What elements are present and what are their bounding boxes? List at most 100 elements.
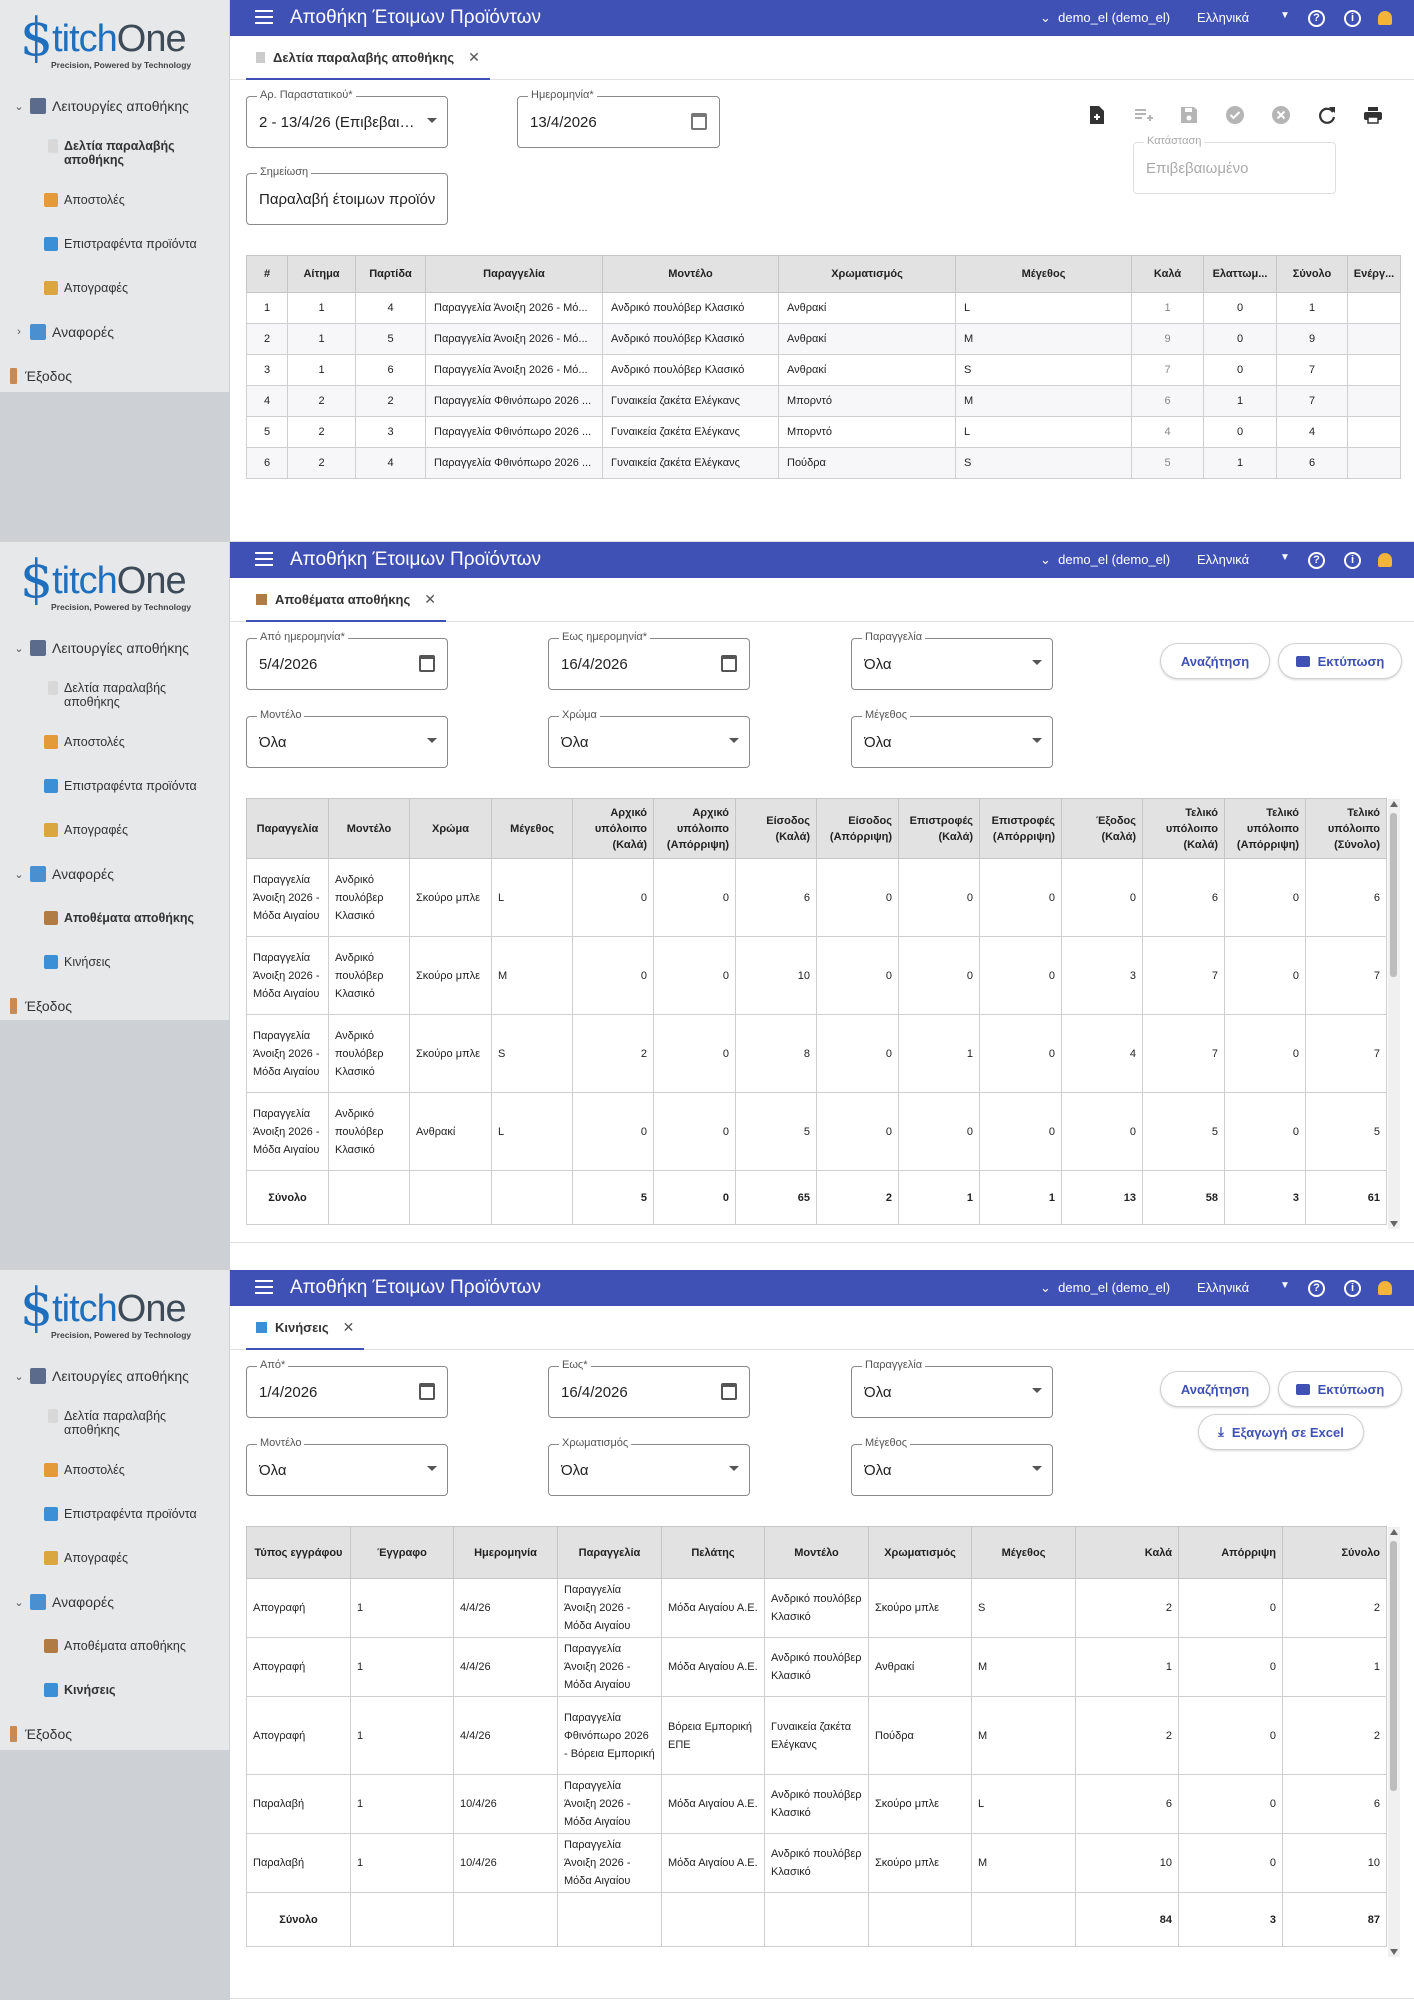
print-button[interactable]: Εκτύπωση — [1278, 1371, 1402, 1407]
add-row-icon[interactable] — [1132, 104, 1154, 126]
calendar-icon[interactable] — [419, 655, 435, 672]
bell-icon[interactable] — [1378, 11, 1392, 25]
sidebar-item-warehouse-ops[interactable]: ⌄ Λειτουργίες αποθήκης — [0, 84, 230, 128]
sidebar-item-inventories[interactable]: Απογραφές — [0, 808, 230, 852]
sidebar-item-reports[interactable]: ⌄ Αναφορές — [0, 852, 230, 896]
bell-icon[interactable] — [1378, 553, 1392, 567]
model-select[interactable]: Μοντέλο Όλα — [246, 1437, 448, 1496]
column-header[interactable]: Τελικό υπόλοιπο (Καλά) — [1142, 798, 1225, 859]
column-header[interactable]: Αρχικό υπόλοιπο (Απόρριψη) — [653, 798, 736, 859]
info-icon[interactable]: i — [1344, 552, 1361, 569]
confirm-icon[interactable] — [1224, 104, 1246, 126]
user-menu[interactable]: ⌄ demo_el (demo_el) — [1040, 552, 1170, 568]
sidebar-item-inventories[interactable]: Απογραφές — [0, 266, 230, 310]
sidebar-item-exit[interactable]: Έξοδος — [0, 984, 230, 1028]
sidebar-item-returns[interactable]: Επιστραφέντα προϊόντα — [0, 222, 230, 266]
column-header[interactable]: Σύνολο — [1276, 255, 1348, 293]
sidebar-item-returns[interactable]: Επιστραφέντα προϊόντα — [0, 764, 230, 808]
table-row[interactable]: 1 1 4 Παραγγελία Άνοιξη 2026 - Μό... Ανδρικό… — [246, 292, 1401, 324]
column-header[interactable]: Χρωματισμός — [868, 1526, 972, 1579]
table-cell[interactable]: 5 — [1131, 447, 1204, 479]
column-header[interactable]: Ενέργ... — [1347, 255, 1401, 293]
column-header[interactable]: Τελικό υπόλοιπο (Σύνολο) — [1305, 798, 1387, 859]
menu-icon[interactable] — [255, 10, 273, 24]
close-icon[interactable]: ✕ — [343, 1319, 355, 1336]
table-scrollbar[interactable] — [1388, 1527, 1400, 1957]
sidebar-item-reports[interactable]: › Αναφορές — [0, 310, 230, 354]
table-cell[interactable]: 1 — [1203, 447, 1277, 479]
table-cell[interactable]: 6 — [1131, 385, 1204, 417]
column-header[interactable]: Παραγγελία — [246, 798, 329, 859]
sidebar-item-exit[interactable]: Έξοδος — [0, 354, 230, 398]
info-icon[interactable]: i — [1344, 1280, 1361, 1297]
sidebar-item-returns[interactable]: Επιστραφέντα προϊόντα — [0, 1492, 230, 1536]
table-row[interactable]: 5 2 3 Παραγγελία Φθινόπωρο 2026 ... Γυναικεί… — [246, 416, 1401, 448]
tab-movements[interactable]: Κινήσεις ✕ — [246, 1306, 365, 1350]
table-row[interactable]: 4 2 2 Παραγγελία Φθινόπωρο 2026 ... Γυναικεί… — [246, 385, 1401, 417]
column-header[interactable]: Είσοδος (Απόρριψη) — [816, 798, 899, 859]
column-header[interactable]: Παρτίδα — [355, 255, 426, 293]
sidebar-item-warehouse-ops[interactable]: ⌄ Λειτουργίες αποθήκης — [0, 1354, 230, 1398]
tab-stock[interactable]: Αποθέματα αποθήκης ✕ — [246, 578, 446, 622]
column-header[interactable]: Απόρριψη — [1178, 1526, 1283, 1579]
refresh-icon[interactable] — [1316, 104, 1338, 126]
column-header[interactable]: Επιστροφές (Καλά) — [898, 798, 980, 859]
to-date-field[interactable]: Εως ημερομηνία* 16/4/2026 — [548, 631, 750, 690]
sidebar-item-shipments[interactable]: Αποστολές — [0, 720, 230, 764]
table-cell[interactable]: 0 — [1203, 354, 1277, 386]
chevron-down-icon[interactable]: ▼ — [1280, 1280, 1290, 1291]
new-document-icon[interactable] — [1086, 104, 1108, 126]
table-cell[interactable]: 7 — [1131, 354, 1204, 386]
column-header[interactable]: Μοντέλο — [764, 1526, 869, 1579]
sidebar-item-warehouse-ops[interactable]: ⌄ Λειτουργίες αποθήκης — [0, 626, 230, 670]
table-cell[interactable]: 0 — [1203, 292, 1277, 324]
save-icon[interactable] — [1178, 104, 1200, 126]
table-cell[interactable]: 0 — [1203, 416, 1277, 448]
color-select[interactable]: Χρωματισμός Όλα — [548, 1437, 750, 1496]
column-header[interactable]: Αίτημα — [287, 255, 356, 293]
close-icon[interactable]: ✕ — [424, 591, 436, 608]
column-header[interactable]: Καλά — [1075, 1526, 1179, 1579]
column-header[interactable]: Έξοδος (Καλά) — [1061, 798, 1143, 859]
actions-cell[interactable] — [1347, 354, 1401, 386]
column-header[interactable]: Μέγεθος — [971, 1526, 1076, 1579]
chevron-down-icon[interactable]: ▼ — [1280, 10, 1290, 21]
language-select[interactable]: Ελληνικά — [1197, 552, 1249, 567]
bell-icon[interactable] — [1378, 1281, 1392, 1295]
user-menu[interactable]: ⌄ demo_el (demo_el) — [1040, 10, 1170, 26]
close-icon[interactable]: ✕ — [468, 49, 480, 66]
size-select[interactable]: Μέγεθος Όλα — [851, 1437, 1053, 1496]
sidebar-item-movements[interactable]: Κινήσεις — [0, 940, 230, 984]
column-header[interactable]: Τελικό υπόλοιπο (Απόρριψη) — [1224, 798, 1306, 859]
sidebar-item-reports[interactable]: ⌄ Αναφορές — [0, 1580, 230, 1624]
column-header[interactable]: Χρώμα — [409, 798, 492, 859]
menu-icon[interactable] — [255, 552, 273, 566]
user-menu[interactable]: ⌄ demo_el (demo_el) — [1040, 1280, 1170, 1296]
size-select[interactable]: Μέγεθος Όλα — [851, 709, 1053, 768]
column-header[interactable]: Μοντέλο — [602, 255, 779, 293]
language-select[interactable]: Ελληνικά — [1197, 1280, 1249, 1295]
column-header[interactable]: Τύπος εγγράφου — [246, 1526, 351, 1579]
help-icon[interactable]: ? — [1308, 1280, 1325, 1297]
document-number-select[interactable]: Αρ. Παραστατικού* 2 - 13/4/26 (Επιβεβαιω… — [246, 89, 448, 148]
calendar-icon[interactable] — [691, 113, 707, 130]
search-button[interactable]: Αναζήτηση — [1160, 643, 1270, 679]
sidebar-item-receipts[interactable]: Δελτία παραλαβής αποθήκης — [0, 128, 230, 178]
actions-cell[interactable] — [1347, 416, 1401, 448]
language-select[interactable]: Ελληνικά — [1197, 10, 1249, 25]
calendar-icon[interactable] — [721, 1383, 737, 1400]
date-field[interactable]: Ημερομηνία* 13/4/2026 — [517, 89, 720, 148]
column-header[interactable]: Παραγγελία — [557, 1526, 662, 1579]
table-row[interactable]: 6 2 4 Παραγγελία Φθινόπωρο 2026 ... Γυναικεί… — [246, 447, 1401, 479]
column-header[interactable]: Έγγραφο — [350, 1526, 454, 1579]
column-header[interactable]: Παραγγελία — [425, 255, 603, 293]
sidebar-item-receipts[interactable]: Δελτία παραλαβής αποθήκης — [0, 1398, 230, 1448]
table-row[interactable]: 3 1 6 Παραγγελία Άνοιξη 2026 - Μό... Ανδρικό… — [246, 354, 1401, 386]
column-header[interactable]: Σύνολο — [1282, 1526, 1387, 1579]
column-header[interactable]: Αρχικό υπόλοιπο (Καλά) — [572, 798, 654, 859]
color-select[interactable]: Χρώμα Όλα — [548, 709, 750, 768]
table-scrollbar[interactable] — [1388, 799, 1400, 1229]
column-header[interactable]: Επιστροφές (Απόρριψη) — [979, 798, 1062, 859]
sidebar-item-receipts[interactable]: Δελτία παραλαβής αποθήκης — [0, 670, 230, 720]
table-cell[interactable]: 1 — [1131, 292, 1204, 324]
